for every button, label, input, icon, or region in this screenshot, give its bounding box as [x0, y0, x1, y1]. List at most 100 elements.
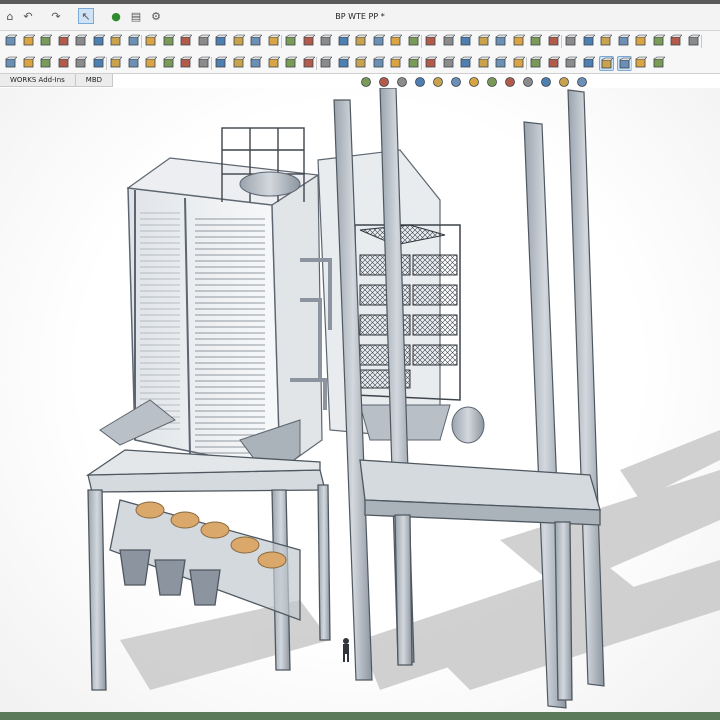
- tb2-tool-icon[interactable]: [232, 56, 247, 71]
- tb1-tool-icon[interactable]: [22, 34, 37, 49]
- tab-solidworks-add-ins[interactable]: WORKS Add-Ins: [0, 74, 76, 87]
- tb1-tool-icon[interactable]: [407, 34, 422, 49]
- tb1-tool-icon[interactable]: [337, 34, 352, 49]
- tb1-tool-icon[interactable]: [424, 34, 439, 49]
- tb2-tool-icon[interactable]: [22, 56, 37, 71]
- tb1-tool-icon[interactable]: [599, 34, 614, 49]
- tb1-tool-icon[interactable]: [232, 34, 247, 49]
- tb1-tool-icon[interactable]: [669, 34, 684, 49]
- tb2-tool-icon[interactable]: [127, 56, 142, 71]
- tab-mbd[interactable]: MBD: [75, 74, 114, 87]
- tb2-tool-icon[interactable]: [267, 56, 282, 71]
- tb1-tool-icon[interactable]: [109, 34, 124, 49]
- tb2-tool-icon[interactable]: [564, 56, 579, 71]
- tb2-tool-icon[interactable]: [144, 56, 159, 71]
- tb1-tool-icon[interactable]: [197, 34, 212, 49]
- tb1-tool-icon[interactable]: [582, 34, 597, 49]
- tb1-tool-icon[interactable]: [477, 34, 492, 49]
- tb2-tool-icon[interactable]: [616, 56, 632, 71]
- tb2-tool-icon[interactable]: [249, 56, 264, 71]
- tb1-tool-icon[interactable]: [564, 34, 579, 49]
- tb1-tool-icon[interactable]: [494, 34, 509, 49]
- toolbar-separator: [106, 57, 107, 70]
- tb1-tool-icon[interactable]: [127, 34, 142, 49]
- tb1-tool-icon[interactable]: [442, 34, 457, 49]
- tb2-tool-icon[interactable]: [424, 56, 439, 71]
- tb1-tool-icon[interactable]: [389, 34, 404, 49]
- tb1-tool-icon[interactable]: [512, 34, 527, 49]
- view-tool-icon[interactable]: [486, 74, 500, 88]
- view-tool-icon[interactable]: [396, 74, 410, 88]
- toolbar-separator: [561, 35, 562, 48]
- tb2-tool-icon[interactable]: [529, 56, 544, 71]
- tb1-tool-icon[interactable]: [74, 34, 89, 49]
- tb1-tool-icon[interactable]: [302, 34, 317, 49]
- tb2-tool-icon[interactable]: [179, 56, 194, 71]
- view-tool-icon[interactable]: [450, 74, 464, 88]
- tb1-tool-icon[interactable]: [459, 34, 474, 49]
- tb1-tool-icon[interactable]: [162, 34, 177, 49]
- view-tool-icon[interactable]: [414, 74, 428, 88]
- tb1-tool-icon[interactable]: [372, 34, 387, 49]
- view-tool-icon[interactable]: [576, 74, 590, 88]
- tb2-tool-icon[interactable]: [162, 56, 177, 71]
- tb2-tool-icon[interactable]: [319, 56, 334, 71]
- tb2-tool-icon[interactable]: [92, 56, 107, 71]
- tb1-tool-icon[interactable]: [354, 34, 369, 49]
- tb2-tool-icon[interactable]: [57, 56, 72, 71]
- tb1-tool-icon[interactable]: [179, 34, 194, 49]
- tb2-tool-icon[interactable]: [197, 56, 212, 71]
- tb2-tool-icon[interactable]: [442, 56, 457, 71]
- tb1-tool-icon[interactable]: [267, 34, 282, 49]
- tb2-tool-icon[interactable]: [582, 56, 597, 71]
- view-tool-icon[interactable]: [378, 74, 392, 88]
- tb2-tool-icon[interactable]: [4, 56, 19, 71]
- tb1-tool-icon[interactable]: [249, 34, 264, 49]
- view-tool-icon[interactable]: [360, 74, 374, 88]
- tb1-tool-icon[interactable]: [4, 34, 19, 49]
- tb1-tool-icon[interactable]: [547, 34, 562, 49]
- graphics-area[interactable]: [0, 88, 720, 712]
- tb2-tool-icon[interactable]: [372, 56, 387, 71]
- tb1-tool-icon[interactable]: [319, 34, 334, 49]
- tb1-tool-icon[interactable]: [57, 34, 72, 49]
- title-bar: ⌂ ↶ ↷ ↖ ● ▤ ⚙ BP WTE PP *: [0, 4, 720, 31]
- tb2-tool-icon[interactable]: [74, 56, 89, 71]
- tb2-tool-icon[interactable]: [652, 56, 667, 71]
- tb2-tool-icon[interactable]: [494, 56, 509, 71]
- tb2-tool-icon[interactable]: [599, 56, 614, 71]
- tb1-tool-icon[interactable]: [634, 34, 649, 49]
- tb2-tool-icon[interactable]: [337, 56, 352, 71]
- tb2-tool-icon[interactable]: [284, 56, 299, 71]
- toolbar-separator: [141, 35, 142, 48]
- tb2-tool-icon[interactable]: [302, 56, 317, 71]
- tb1-tool-icon[interactable]: [39, 34, 54, 49]
- tb2-tool-icon[interactable]: [459, 56, 474, 71]
- tb2-tool-icon[interactable]: [634, 56, 649, 71]
- view-tool-icon[interactable]: [540, 74, 554, 88]
- view-tool-icon[interactable]: [522, 74, 536, 88]
- tb2-tool-icon[interactable]: [39, 56, 54, 71]
- tb2-tool-icon[interactable]: [407, 56, 422, 71]
- tb1-tool-icon[interactable]: [687, 34, 702, 49]
- tb2-tool-icon[interactable]: [354, 56, 369, 71]
- tb2-tool-icon[interactable]: [389, 56, 404, 71]
- tb1-tool-icon[interactable]: [529, 34, 544, 49]
- tb2-tool-icon[interactable]: [477, 56, 492, 71]
- tb2-tool-icon[interactable]: [512, 56, 527, 71]
- steam-drum: [239, 171, 301, 197]
- tb2-tool-icon[interactable]: [547, 56, 562, 71]
- view-tool-icon[interactable]: [558, 74, 572, 88]
- tb2-tool-icon[interactable]: [214, 56, 229, 71]
- toolbar-separator: [631, 57, 632, 70]
- tb1-tool-icon[interactable]: [92, 34, 107, 49]
- tb1-tool-icon[interactable]: [652, 34, 667, 49]
- tb1-tool-icon[interactable]: [284, 34, 299, 49]
- view-tool-icon[interactable]: [432, 74, 446, 88]
- view-tool-icon[interactable]: [504, 74, 518, 88]
- tb1-tool-icon[interactable]: [617, 34, 632, 49]
- tb1-tool-icon[interactable]: [144, 34, 159, 49]
- tb1-tool-icon[interactable]: [214, 34, 229, 49]
- tb2-tool-icon[interactable]: [109, 56, 124, 71]
- view-tool-icon[interactable]: [468, 74, 482, 88]
